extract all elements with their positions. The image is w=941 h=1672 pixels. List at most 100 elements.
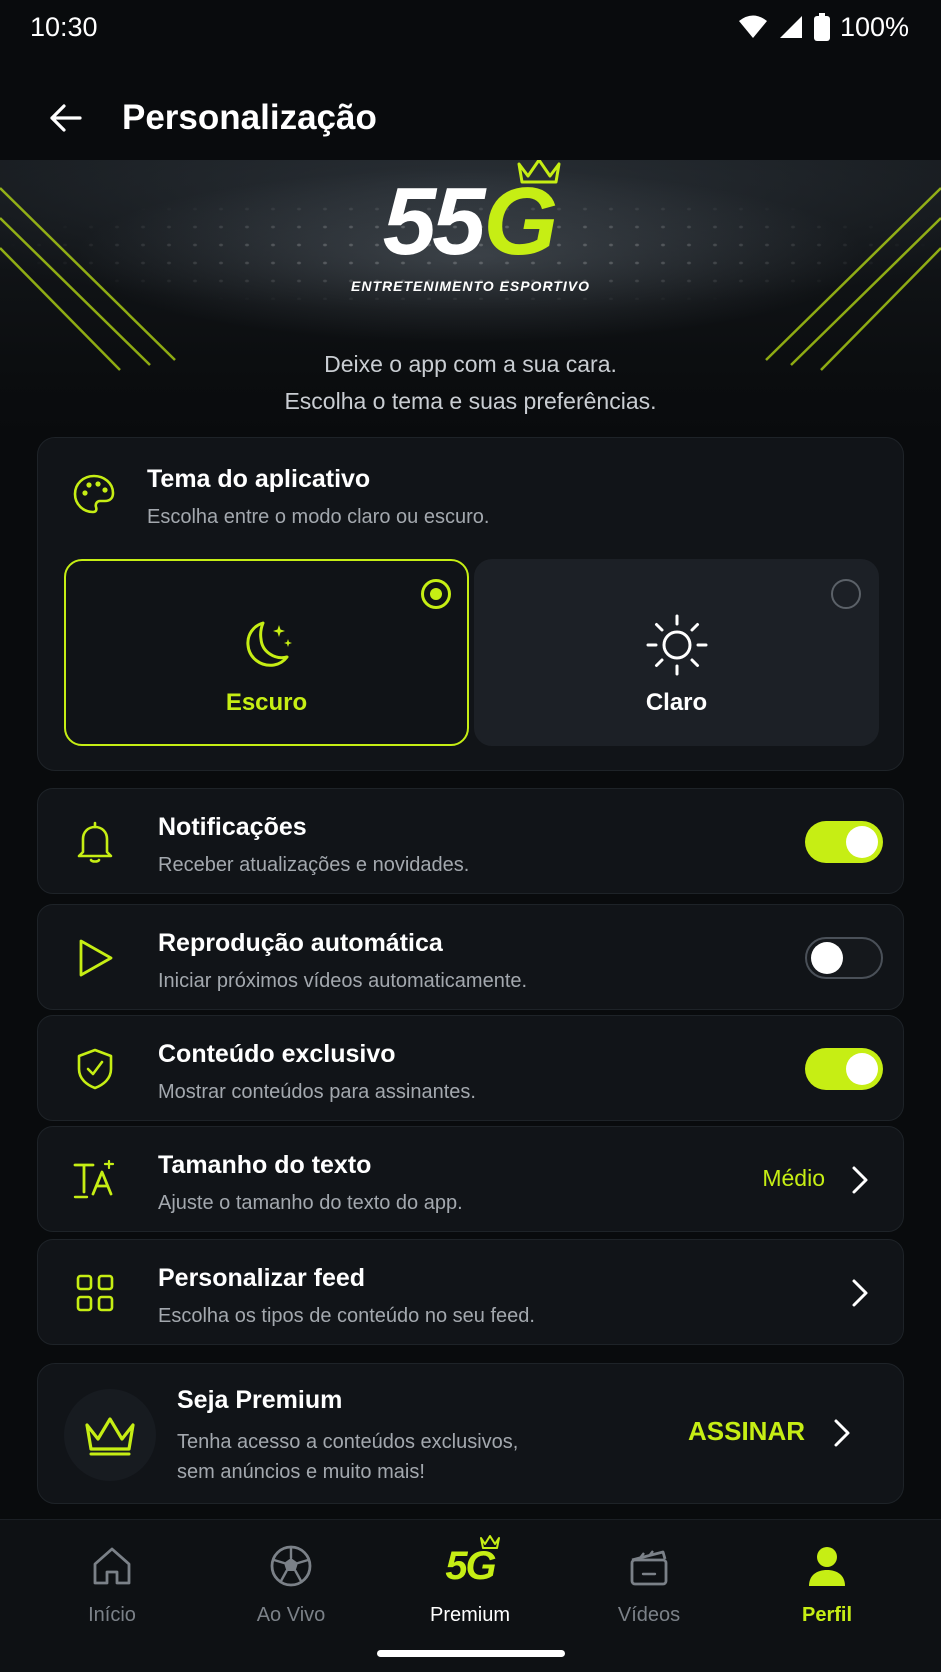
status-time: 10:30 [30, 11, 98, 42]
setting-notifications[interactable]: Notificações Receber atualizações e novi… [37, 788, 904, 894]
page-title: Personalização [122, 98, 377, 137]
theme-card: Tema do aplicativo Escolha entre o modo … [37, 437, 904, 771]
nav-item-home[interactable]: Início [37, 1540, 187, 1627]
nav-logo-text: 5G [445, 1543, 496, 1588]
logo-mark: 55 G [382, 160, 561, 275]
soccer-ball-icon [270, 1545, 312, 1587]
subscribe-button[interactable]: ASSINAR [688, 1416, 805, 1447]
theme-subtitle: Escolha entre o modo claro ou escuro. [147, 506, 490, 528]
notifications-toggle[interactable] [805, 821, 883, 863]
setting-title: Reprodução automática [158, 929, 443, 957]
nav-label: Início [88, 1604, 136, 1626]
nav-icon-live [269, 1540, 313, 1592]
clapperboard-icon [630, 1550, 668, 1586]
premium-card[interactable]: Seja Premium Tenha acesso a conteúdos ex… [37, 1363, 904, 1504]
nav-label: Premium [429, 1604, 510, 1626]
premium-subtitle: Tenha acesso a conteúdos exclusivos, sem… [177, 1431, 519, 1483]
text-size-icon [73, 1160, 115, 1199]
opt-icon-dark [237, 613, 297, 677]
theme-option-light-label: Claro [645, 689, 708, 716]
radio-dark-selected[interactable] [421, 579, 451, 609]
premium-text: Seja Premium Tenha acesso a conteúdos ex… [177, 1386, 557, 1487]
row-icon-text-size [72, 1157, 118, 1203]
setting-exclusive-content[interactable]: Conteúdo exclusivo Mostrar conteúdos par… [37, 1015, 904, 1121]
nav-icon-premium: 5G [445, 1534, 500, 1592]
home-indicator[interactable] [377, 1650, 565, 1657]
nav-icon-videos [627, 1540, 671, 1592]
tagline: Deixe o app com a sua cara. Escolha o te… [0, 346, 941, 420]
battery-level: 100% [839, 11, 909, 42]
nav-item-premium[interactable]: 5G Premium [395, 1534, 545, 1627]
shield-icon [77, 1048, 113, 1090]
logo-subtitle-b: ESPORTIVO [499, 278, 590, 294]
setting-subtitle: Escolha os tipos de conteúdo no seu feed… [158, 1305, 535, 1327]
nav-icon-home [90, 1540, 134, 1592]
theme-title-block: Tema do aplicativo Escolha entre o modo … [147, 465, 489, 529]
nav-label: Vídeos [617, 1604, 681, 1626]
setting-title: Notificações [158, 813, 307, 841]
tagline-line-2: Escolha o tema e suas preferências. [284, 388, 657, 414]
setting-title: Tamanho do texto [158, 1151, 372, 1179]
tagline-line-1: Deixe o app com a sua cara. [324, 351, 617, 377]
theme-option-dark[interactable]: Escuro [64, 559, 469, 746]
setting-subtitle: Receber atualizações e novidades. [158, 854, 470, 876]
arrow-left-icon [50, 104, 82, 132]
exclusive-content-toggle[interactable] [805, 1048, 883, 1090]
theme-option-dark-label: Escuro [225, 689, 308, 716]
back-button[interactable] [44, 97, 86, 139]
row-text-feed: Personalizar feed Escolha os tipos de co… [158, 1264, 535, 1328]
status-bar: 10:30 100% [0, 0, 941, 54]
brand-logo: 55 G ENTRETENIMENTO ESPORTIVO [0, 160, 941, 304]
setting-subtitle: Mostrar conteúdos para assinantes. [158, 1081, 476, 1103]
row-text-autoplay: Reprodução automática Iniciar próximos v… [158, 929, 527, 993]
logo-text: 55 [382, 168, 486, 275]
theme-head [72, 472, 116, 516]
nav-item-profile[interactable]: Perfil [752, 1540, 902, 1627]
text-size-value: Médio [762, 1165, 825, 1191]
setting-autoplay[interactable]: Reprodução automática Iniciar próximos v… [37, 904, 904, 1010]
theme-option-light[interactable]: Claro [474, 559, 879, 746]
nav-item-videos[interactable]: Vídeos [574, 1540, 724, 1627]
setting-text-size[interactable]: Tamanho do texto Ajuste o tamanho do tex… [37, 1126, 904, 1232]
logo-subtitle: ENTRETENIMENTO ESPORTIVO [351, 278, 590, 294]
logo-subtitle-a: ENTRETENIMENTO [351, 278, 495, 294]
setting-subtitle: Ajuste o tamanho do texto do app. [158, 1192, 463, 1214]
crown-icon [85, 1417, 135, 1456]
row-icon-notifications [72, 819, 118, 865]
nav-label: Ao Vivo [256, 1604, 326, 1626]
radio-light[interactable] [831, 579, 861, 609]
toggle-knob [846, 826, 878, 858]
nav-label: Perfil [801, 1604, 853, 1626]
hero-banner: 55 G ENTRETENIMENTO ESPORTIVO Deixe o ap… [0, 160, 941, 435]
chevron-right-icon[interactable] [847, 1163, 873, 1197]
logo-accent: G [483, 168, 559, 275]
row-text-notifications: Notificações Receber atualizações e novi… [158, 813, 469, 877]
toggle-knob [846, 1053, 878, 1085]
nav-item-live[interactable]: Ao Vivo [216, 1540, 366, 1627]
logo-icon: 5G [445, 1534, 500, 1589]
setting-personalize-feed[interactable]: Personalizar feed Escolha os tipos de co… [37, 1239, 904, 1345]
theme-title: Tema do aplicativo [147, 465, 371, 493]
autoplay-toggle[interactable] [805, 937, 883, 979]
row-icon-feed [72, 1270, 118, 1316]
app-bar: Personalização [0, 80, 941, 156]
person-icon [809, 1547, 845, 1586]
sun-icon [646, 614, 707, 676]
row-icon-autoplay [72, 935, 118, 981]
chevron-right-icon[interactable] [829, 1416, 855, 1450]
setting-title: Personalizar feed [158, 1264, 366, 1292]
grid-icon [76, 1274, 114, 1312]
chevron-right-icon[interactable] [847, 1276, 873, 1310]
play-icon [79, 939, 113, 977]
row-icon-exclusive [72, 1046, 118, 1092]
wifi-icon [738, 15, 767, 38]
status-icons: 100% [738, 12, 909, 43]
moon-icon [245, 621, 292, 667]
premium-icon-circle [64, 1389, 156, 1481]
row-text-text-size: Tamanho do texto Ajuste o tamanho do tex… [158, 1151, 463, 1215]
setting-title: Conteúdo exclusivo [158, 1040, 396, 1068]
palette-icon [73, 474, 115, 514]
premium-title: Seja Premium [177, 1386, 343, 1414]
crown-icon [479, 1534, 500, 1549]
opt-icon-light [645, 613, 709, 677]
